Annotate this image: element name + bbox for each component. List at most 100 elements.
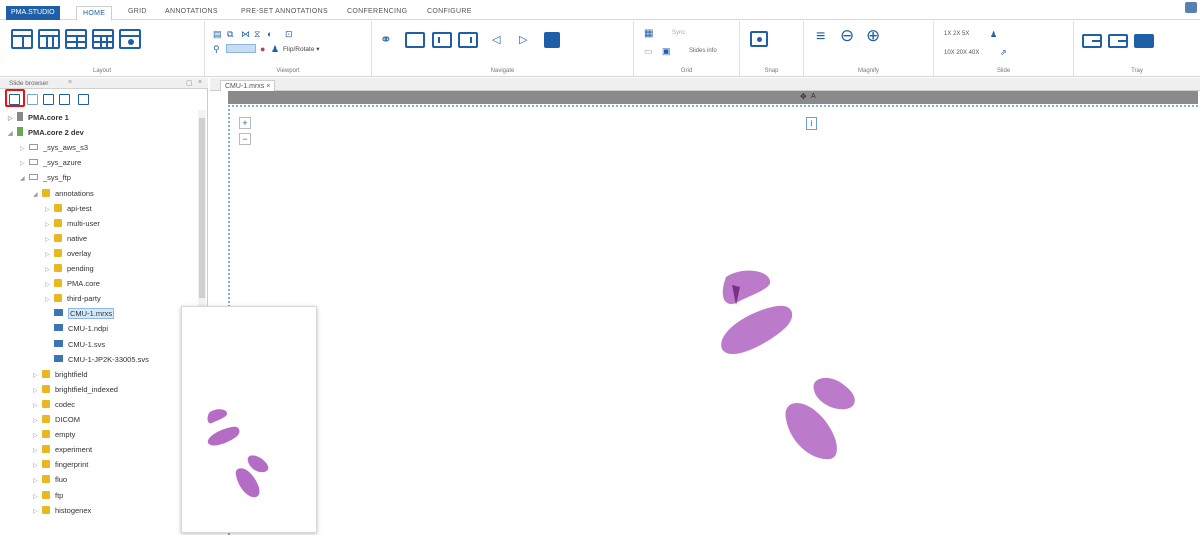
sync-button[interactable]: Sync (672, 30, 685, 36)
tree-item[interactable]: ▷ native (45, 231, 87, 246)
app-menu-button[interactable]: PMA.STUDIO (6, 6, 60, 20)
slide-person-icon[interactable]: ♟ (990, 29, 997, 41)
tree-item[interactable]: ▷ overlay (45, 246, 91, 261)
close-icon[interactable]: × (68, 79, 72, 86)
crop-icon[interactable]: ⧉ (227, 28, 233, 40)
tree-item[interactable]: ▷ multi-user (45, 216, 100, 231)
viewer-tab[interactable]: CMU-1.mrxs × (220, 80, 276, 91)
folder-icon (54, 294, 62, 303)
tree-item[interactable]: ▷ experiment (33, 442, 92, 457)
grid-fill-icon[interactable]: ▣ (662, 45, 671, 57)
collapse-arrow-icon[interactable]: ◢ (8, 127, 17, 142)
zoom-in-icon[interactable]: ⊕ (866, 27, 880, 44)
nav-next-slide-icon[interactable] (458, 32, 478, 48)
group-label-grid: Grid (680, 68, 693, 74)
tree-item[interactable]: ◢ PMA.core 2 dev (8, 125, 84, 140)
person-icon[interactable]: ♟ (271, 43, 279, 55)
collapse-arrow-icon[interactable]: ◢ (33, 188, 42, 203)
info-button[interactable]: i (806, 117, 817, 130)
refresh-icon[interactable] (27, 94, 38, 105)
menu-lines-icon[interactable]: ≡ (816, 29, 825, 45)
open-external-icon[interactable] (43, 94, 54, 105)
maximize-icon[interactable]: ▢ (186, 79, 193, 87)
tree-item[interactable]: ▷ pending (45, 261, 94, 276)
tree-item[interactable]: ▷ empty (33, 427, 75, 442)
slide-item[interactable]: CMU-1.ndpi (45, 321, 108, 336)
tree-item[interactable]: ▷ brightfield (33, 367, 88, 382)
layout-settings-icon[interactable] (119, 29, 141, 49)
expand-arrow-icon[interactable]: ▷ (33, 505, 42, 520)
tray-import-icon[interactable] (1108, 34, 1128, 48)
database-icon[interactable] (78, 94, 89, 105)
filter-icon[interactable]: ⧖ (254, 28, 260, 40)
previous-icon[interactable]: ◁ (492, 34, 500, 46)
fit-icon[interactable]: ▤ (213, 28, 222, 40)
layout-1x2-icon[interactable] (38, 29, 60, 49)
zoom-in-button[interactable]: + (239, 117, 251, 129)
tree-item[interactable]: ▷ PMA.core 1 (8, 110, 69, 125)
close-panel-icon[interactable]: × (198, 79, 202, 86)
tree-item[interactable]: ▷ codec (33, 397, 75, 412)
slide-item[interactable]: CMU-1.mrxs (45, 306, 115, 321)
slide-item[interactable]: CMU-1.svs (45, 337, 105, 352)
zoom-out-button[interactable]: − (239, 133, 251, 145)
slide-browser-tab[interactable]: Slide browser (9, 80, 48, 87)
tab-annotations[interactable]: ANNOTATIONS (165, 8, 218, 15)
tree-item[interactable]: ▷ histogenex (33, 503, 91, 518)
slide-overview-thumbnail[interactable] (181, 306, 317, 533)
layout-2x2-icon[interactable] (65, 29, 87, 49)
layout-2x3-icon[interactable] (92, 29, 114, 49)
tree-item[interactable]: ◢ _sys_ftp (20, 170, 71, 185)
tray-inbox-icon[interactable] (1134, 34, 1154, 48)
tree-item-label: CMU-1-JP2K-33005.svs (68, 354, 149, 364)
snapshot-camera-icon[interactable] (750, 31, 768, 47)
flip-rotate-dropdown[interactable]: Flip/Rotate ▾ (283, 45, 320, 53)
tab-configure[interactable]: CONFIGURE (427, 8, 472, 15)
viewport-toggle-group[interactable] (226, 44, 256, 53)
next-icon[interactable]: ▷ (519, 34, 527, 46)
tree-item[interactable]: ▷ brightfield_indexed (33, 382, 118, 397)
tree-item[interactable]: ▷ fingerprint (33, 457, 88, 472)
tree-item[interactable]: ◢ annotations (33, 186, 94, 201)
tree-item[interactable]: ▷ DICOM (33, 412, 80, 427)
tree-item[interactable]: ▷ _sys_aws_s3 (20, 140, 88, 155)
zoom-presets-row2[interactable]: 10X 20X 40X (944, 50, 979, 56)
layout-1x1-icon[interactable] (11, 29, 33, 49)
search-zoom-icon[interactable]: ⚲ (213, 43, 220, 55)
user-icon[interactable] (1185, 2, 1197, 13)
slides-info-button[interactable]: Slides info (689, 48, 717, 54)
grid-icon[interactable]: ▦ (644, 28, 653, 40)
bookmark-icon[interactable] (544, 32, 560, 48)
tray-export-icon[interactable] (1082, 34, 1102, 48)
thumbnail-view-icon[interactable] (59, 94, 70, 105)
tree-item[interactable]: ▷ api-test (45, 201, 92, 216)
tree-item[interactable]: ▷ PMA.core (45, 276, 100, 291)
tree-item[interactable]: ▷ fluo (33, 472, 67, 487)
tab-pre-set-annotations[interactable]: PRE-SET ANNOTATIONS (241, 8, 328, 15)
zoom-presets-row1[interactable]: 1X 2X 5X (944, 31, 969, 37)
tree-item[interactable]: ▷ ftp (33, 488, 63, 503)
nav-prev-slide-icon[interactable] (432, 32, 452, 48)
binoculars-icon[interactable]: ⚭ (380, 32, 392, 46)
snapshot-icon[interactable]: ⊡ (285, 28, 293, 40)
collapse-arrow-icon[interactable]: ◢ (20, 172, 29, 187)
group-tray: Tray (1074, 21, 1200, 76)
tab-grid[interactable]: GRID (128, 8, 147, 15)
tab-home[interactable]: HOME (76, 6, 113, 21)
tab-conferencing[interactable]: CONFERENCING (347, 8, 407, 15)
brightness-icon[interactable]: ◐ (267, 28, 272, 40)
tree-item-label: empty (55, 430, 76, 440)
slide-canvas[interactable]: + − i (228, 105, 1198, 535)
move-icon[interactable]: ✥ (800, 92, 807, 101)
zoom-out-icon[interactable]: ⊖ (840, 27, 854, 44)
measure-icon[interactable]: ⋈ (241, 28, 250, 40)
external-link-icon[interactable]: ⇗ (1000, 47, 1007, 59)
tree-scrollbar-thumb[interactable] (199, 118, 205, 298)
close-tab-icon[interactable]: × (266, 83, 270, 90)
slide-item[interactable]: CMU-1-JP2K-33005.svs (45, 352, 149, 367)
grid-small-icon[interactable]: ▭ (644, 45, 653, 57)
nav-frame-icon[interactable] (405, 32, 425, 48)
color-icon[interactable]: ● (260, 43, 265, 55)
tree-item[interactable]: ▷ _sys_azure (20, 155, 81, 170)
tree-item[interactable]: ▷ third-party (45, 291, 101, 306)
